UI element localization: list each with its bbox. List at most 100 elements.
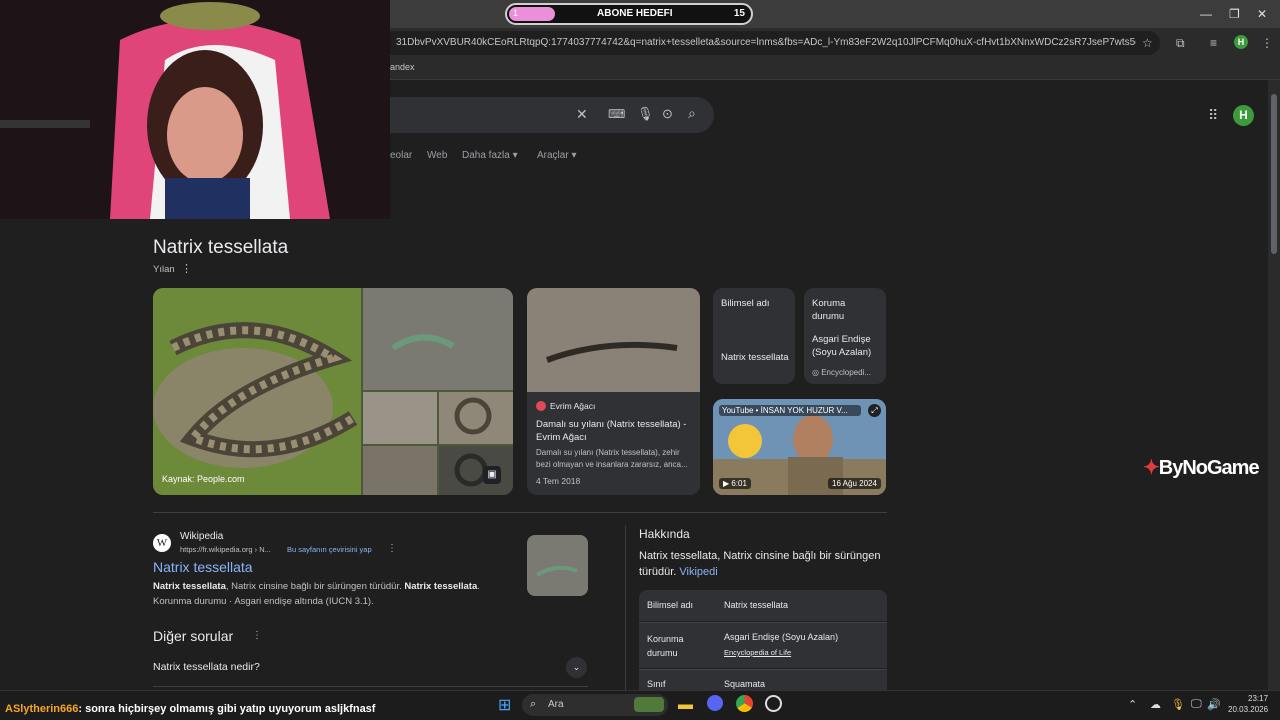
apps-grid-icon[interactable]: ⠿ <box>1208 107 1218 124</box>
other-questions-heading: Diğer sorular <box>153 628 234 644</box>
fact-card-conservation[interactable]: Koruma durumu Asgari Endişe (Soyu Azalan… <box>804 288 886 384</box>
stream-watermark: ✦ByNoGame <box>1143 455 1260 480</box>
tab-web[interactable]: Web <box>427 150 447 161</box>
scrollbar-thumb[interactable] <box>1271 94 1277 254</box>
obs-icon[interactable] <box>765 695 782 712</box>
subscriber-goal: 1 ABONE HEDEFI 15 <box>505 3 753 25</box>
chrome-icon[interactable] <box>736 695 753 712</box>
lens-icon[interactable]: ⊙ <box>662 106 673 122</box>
media-icon[interactable]: ≡ <box>1210 36 1217 50</box>
about-row-source[interactable]: Encyclopedia of Life <box>724 648 791 657</box>
discord-icon[interactable] <box>707 695 723 711</box>
volume-icon[interactable]: 🔊 <box>1207 698 1221 711</box>
about-wiki-link[interactable]: Vikipedi <box>679 566 717 578</box>
fact-label: Koruma durumu <box>812 298 846 322</box>
video-card[interactable]: YouTube • İNSAN YOK HUZUR V... ⤢ ▶ 6:01 … <box>713 399 886 495</box>
clock-time[interactable]: 23:17 <box>1248 694 1268 703</box>
google-account-avatar[interactable]: H <box>1233 105 1254 126</box>
video-duration: ▶ 6:01 <box>719 478 751 489</box>
source-date: 4 Tem 2018 <box>536 476 581 486</box>
about-row-key: Korunma durumu <box>647 634 684 658</box>
fact-label: Bilimsel adı <box>721 298 770 309</box>
about-row: Bilimsel adı Natrix tessellata <box>639 590 887 621</box>
divider <box>153 686 588 687</box>
clock-date[interactable]: 20.03.2026 <box>1228 705 1268 714</box>
search-icon[interactable]: ⌕ <box>688 105 696 122</box>
result-snippet: Natrix tessellata, Natrix cinsine bağlı … <box>153 579 513 609</box>
about-row: Sınıf Squamata <box>639 669 887 690</box>
tray-app-icon[interactable]: ☁ <box>1150 698 1161 711</box>
about-row: Korunma durumu Asgari Endişe (Soyu Azala… <box>639 622 887 668</box>
source-card-image <box>527 288 700 392</box>
tab-videos[interactable]: eolar <box>390 150 412 161</box>
watermark-text: ByNoGame <box>1158 457 1260 479</box>
image-credit: Kaynak: People.com <box>162 474 245 484</box>
taskbar-search-placeholder: Ara <box>548 699 564 710</box>
windows-start-icon[interactable]: ⊞ <box>498 695 511 715</box>
fact-card-scientific-name[interactable]: Bilimsel adı Natrix tessellata <box>713 288 795 384</box>
source-title[interactable]: Damalı su yılanı (Natrix tessellata) - E… <box>536 418 694 444</box>
result-thumbnail[interactable] <box>527 535 588 596</box>
image-mosaic[interactable]: Kaynak: People.com ▣ <box>153 288 513 495</box>
snippet-text-2: . <box>477 581 480 592</box>
maximize-icon[interactable]: ❐ <box>1229 7 1240 21</box>
about-heading: Hakkında <box>639 527 690 541</box>
about-row-value: Natrix tessellata <box>724 600 789 610</box>
image-gallery-icon[interactable]: ▣ <box>483 466 501 484</box>
about-row-key: Sınıf <box>647 679 666 689</box>
evrim-agaci-logo-icon <box>536 401 546 411</box>
menu-icon[interactable]: ⋮ <box>1261 36 1273 50</box>
wikipedia-logo-icon: W <box>153 534 171 552</box>
snippet-bold-1: Natrix tessellata <box>153 581 226 592</box>
goal-count: 15 <box>733 8 745 19</box>
microphone-icon[interactable]: 🎙 <box>1171 698 1185 711</box>
divider <box>625 526 626 690</box>
url-text[interactable]: 31DbvPvXVBUR40kCEoRLRtqpQ:1774037774742&… <box>396 37 1136 48</box>
bookmark-item[interactable]: andex <box>390 62 415 72</box>
search-box[interactable]: ✕ ⌨ 🎙 ⊙ ⌕ <box>390 97 714 133</box>
goal-label: ABONE HEDEFI <box>597 8 673 19</box>
microphone-icon[interactable]: 🎙 <box>637 106 654 122</box>
webcam-image <box>0 0 390 219</box>
chevron-down-icon[interactable]: ⌄ <box>566 657 587 678</box>
result-url[interactable]: https://fr.wikipedia.org › N... <box>180 545 271 554</box>
network-icon[interactable]: 🖵 <box>1191 698 1202 711</box>
entity-subtitle: Yılan <box>153 264 175 275</box>
clear-icon[interactable]: ✕ <box>576 106 588 123</box>
source-card[interactable]: Evrim Ağacı Damalı su yılanı (Natrix tes… <box>527 288 700 495</box>
result-title[interactable]: Natrix tessellata <box>153 559 253 575</box>
fact-value: Natrix tessellata <box>721 352 789 363</box>
profile-avatar[interactable]: H <box>1234 35 1248 49</box>
fact-source-text: Encyclopedi... <box>821 368 872 377</box>
chat-username: ASlytherin666 <box>5 703 79 715</box>
questions-menu-icon[interactable]: ⋮ <box>252 630 262 641</box>
page-scrollbar[interactable] <box>1268 80 1280 690</box>
about-row-value: Asgari Endişe (Soyu Azalan) <box>724 632 839 642</box>
expand-icon[interactable]: ⤢ <box>868 404 881 417</box>
snippet-bold-2: Natrix tessellata <box>404 581 478 592</box>
question-item[interactable]: Natrix tessellata nedir? <box>153 661 260 673</box>
search-icon: ⌕ <box>530 698 537 710</box>
close-icon[interactable]: ✕ <box>1257 7 1267 21</box>
search-highlight-icon <box>634 697 664 712</box>
source-site: Evrim Ağacı <box>550 401 596 411</box>
taskbar-search[interactable]: ⌕ Ara <box>522 694 668 716</box>
goal-start: 1 <box>513 8 519 18</box>
keyboard-icon[interactable]: ⌨ <box>608 107 625 121</box>
more-options-icon[interactable]: ⋮ <box>181 262 192 275</box>
divider <box>153 512 887 513</box>
about-row-value: Squamata <box>724 679 766 689</box>
tab-tools[interactable]: Araçlar ▾ <box>537 150 576 161</box>
result-menu-icon[interactable]: ⋮ <box>387 543 397 554</box>
chat-message: ASlytherin666: sonra hiçbirşey olmamış g… <box>5 703 375 715</box>
translate-link[interactable]: Bu sayfanın çevirisini yap <box>287 545 372 554</box>
video-channel: YouTube • İNSAN YOK HUZUR V... <box>719 405 861 416</box>
file-explorer-icon[interactable]: ▬ <box>678 696 693 713</box>
tab-more[interactable]: Daha fazla ▾ <box>462 150 518 161</box>
minimize-icon[interactable]: — <box>1200 7 1212 21</box>
extensions-icon[interactable]: ⧉ <box>1176 36 1185 51</box>
thumbnail-image <box>527 535 588 596</box>
tray-expand-icon[interactable]: ⌃ <box>1128 698 1137 711</box>
bookmark-star-icon[interactable]: ☆ <box>1142 36 1153 50</box>
chat-text: : sonra hiçbirşey olmamış gibi yatıp uyu… <box>78 703 376 715</box>
